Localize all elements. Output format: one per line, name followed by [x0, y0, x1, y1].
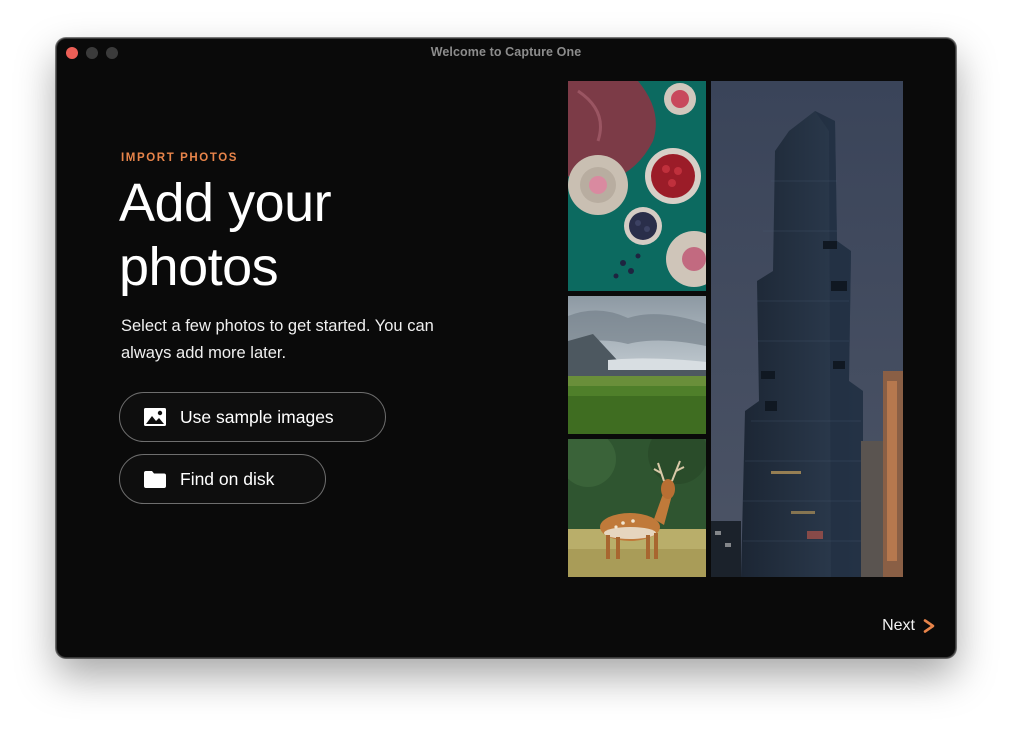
- use-sample-images-label: Use sample images: [180, 406, 334, 427]
- window-title: Welcome to Capture One: [430, 45, 582, 59]
- photo-food-flatlay: [568, 81, 706, 291]
- section-eyebrow: IMPORT PHOTOS: [121, 152, 239, 164]
- use-sample-images-button[interactable]: Use sample images: [119, 392, 386, 442]
- image-icon: [142, 406, 168, 428]
- title-bar: Welcome to Capture One: [57, 39, 955, 67]
- chevron-right-icon: [923, 619, 935, 633]
- page-subtitle: Select a few photos to get started. You …: [121, 317, 434, 362]
- next-button[interactable]: Next: [882, 617, 935, 635]
- page-title: Add your photos: [119, 173, 332, 297]
- photo-deer: [568, 439, 706, 577]
- photo-landscape: [568, 296, 706, 434]
- folder-icon: [142, 468, 168, 490]
- find-on-disk-button[interactable]: Find on disk: [119, 454, 326, 504]
- next-label: Next: [882, 617, 915, 634]
- find-on-disk-label: Find on disk: [180, 468, 275, 489]
- welcome-window: Welcome to Capture One IMPORT PHOTOS Add…: [56, 38, 956, 658]
- photo-skyscraper: [711, 81, 903, 577]
